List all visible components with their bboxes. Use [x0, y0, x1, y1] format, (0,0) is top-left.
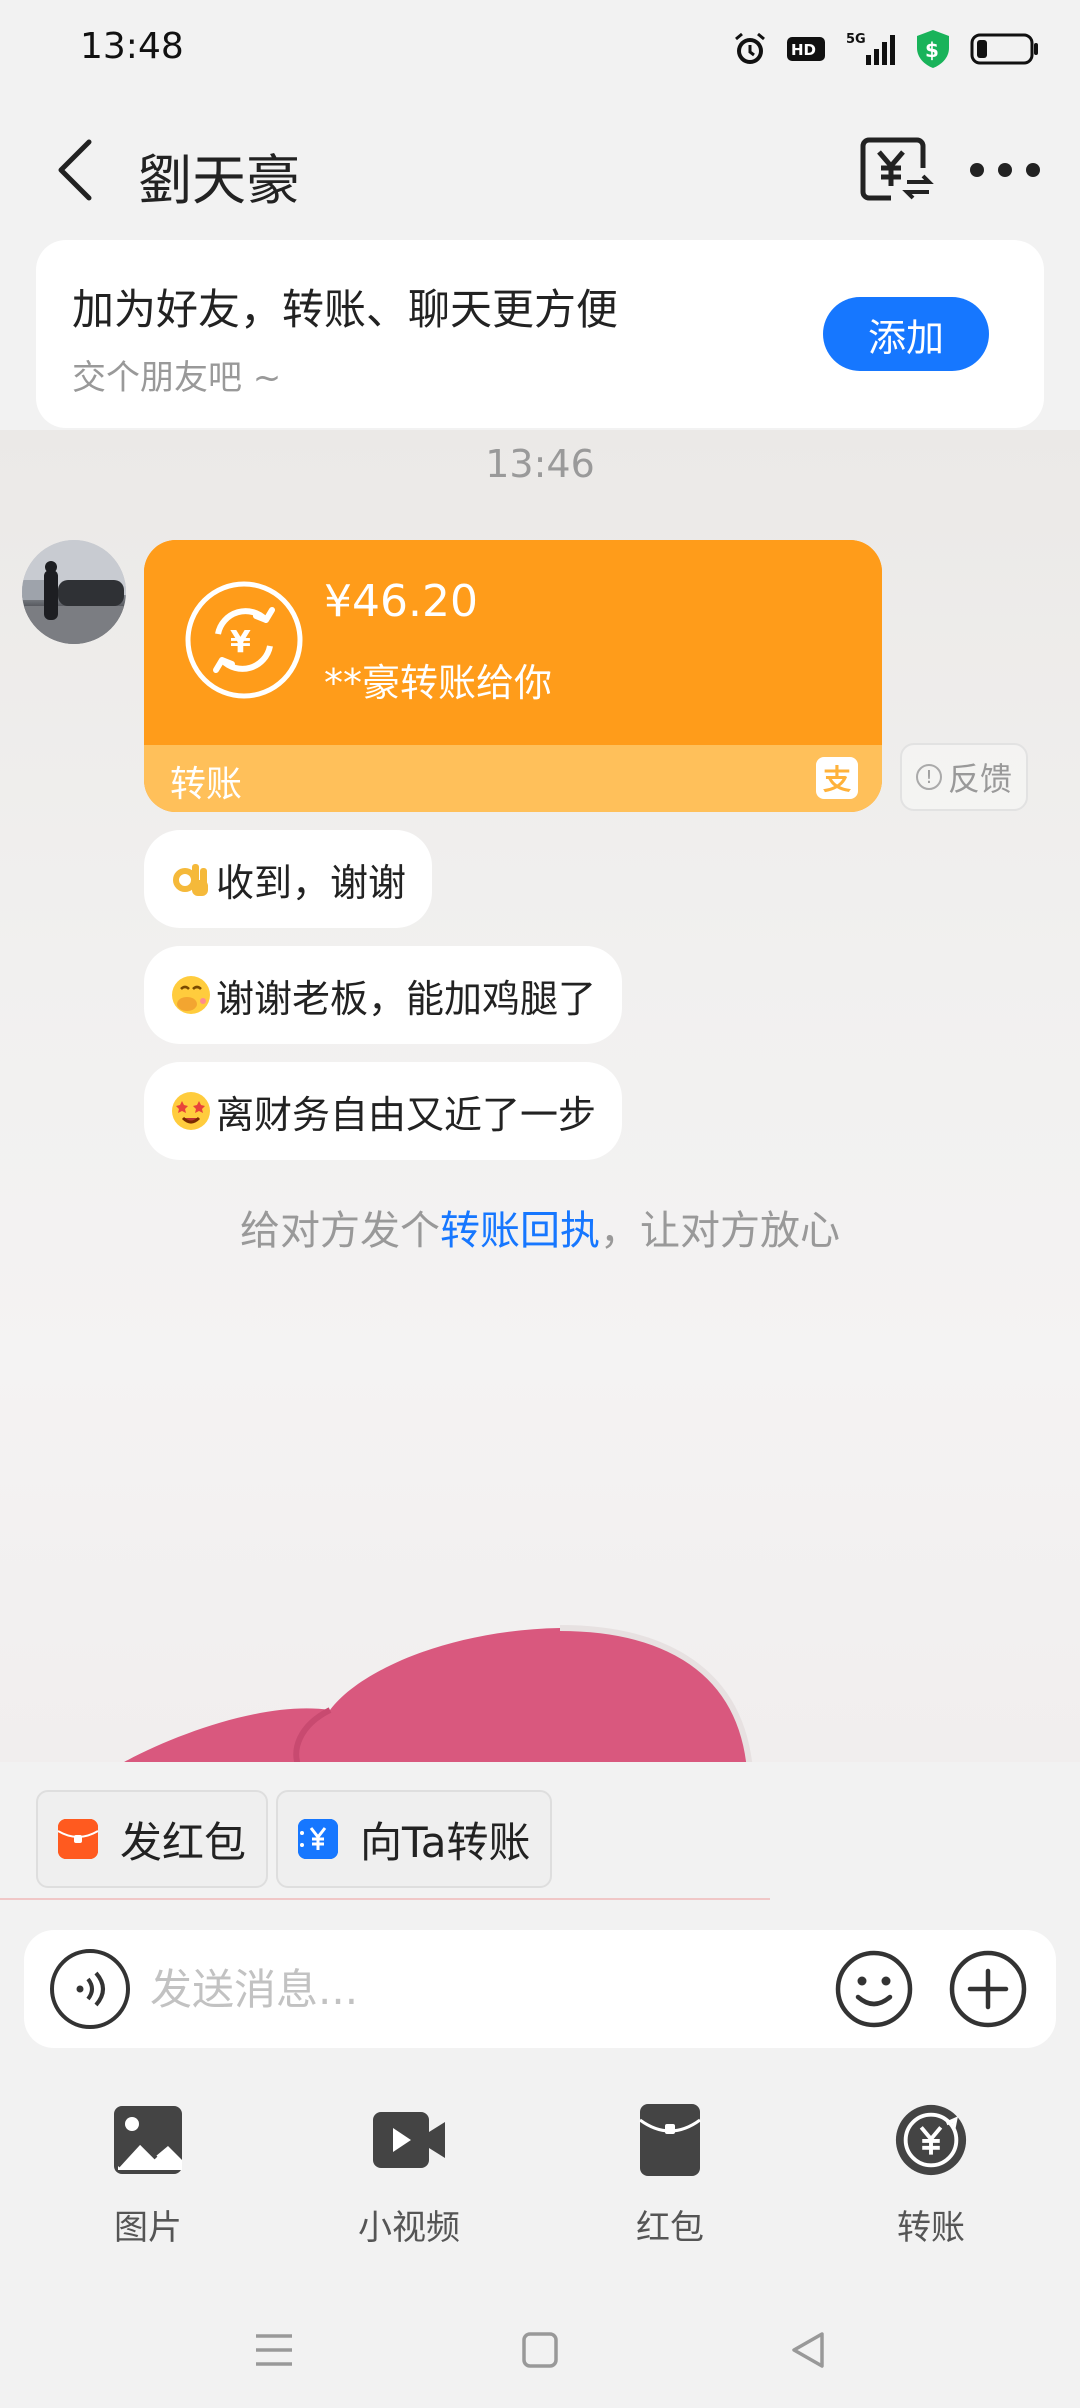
tool-transfer[interactable]: 转账: [851, 2102, 1011, 2262]
info-icon: !: [915, 764, 942, 790]
more-options-button[interactable]: [970, 140, 1040, 200]
security-shield-icon: $: [914, 28, 952, 70]
send-red-envelope-chip[interactable]: 发红包: [36, 1790, 269, 1888]
more-dot-icon: [998, 163, 1012, 177]
message-bubble[interactable]: 谢谢老板，能加鸡腿了: [144, 946, 623, 1044]
hd-icon: HD: [786, 34, 826, 64]
smiley-icon: [835, 1950, 913, 2028]
chip-label: 向Ta转账: [360, 1817, 531, 1867]
back-triangle-icon: [792, 2332, 824, 2368]
feedback-label: 反馈: [947, 760, 1012, 798]
transfer-icon: [893, 2102, 969, 2178]
signal-5g-icon: 5G: [844, 29, 896, 69]
receipt-tip-before: 给对方发个: [240, 1208, 440, 1254]
battery-icon: [970, 32, 1040, 66]
message-text: 收到，谢谢: [216, 860, 407, 905]
tool-label: 小视频: [358, 2208, 460, 2248]
back-arrow-icon: [58, 139, 92, 201]
avatar-photo: [22, 540, 126, 644]
transfer-card-top: ¥ ¥46.20 **豪转账给你: [144, 540, 882, 745]
chat-background-heart-art: [124, 1625, 752, 1762]
svg-text:5G: 5G: [846, 32, 866, 47]
yuan-transfer-icon: [860, 137, 934, 201]
chat-header: 劉天豪: [0, 100, 1080, 240]
tool-label: 红包: [636, 2208, 704, 2248]
more-dot-icon: [970, 163, 984, 177]
add-friend-card: 加为好友，转账、聊天更方便 交个朋友吧 ~ 添加: [36, 240, 1044, 428]
emoji-button[interactable]: [834, 1949, 914, 2029]
message-bubble[interactable]: 离财务自由又近了一步: [144, 1062, 623, 1160]
chat-title: 劉天豪: [138, 149, 300, 212]
ok-hand-emoji-icon: [170, 858, 212, 900]
nav-menu-button[interactable]: [244, 2320, 304, 2380]
transfer-to-user-chip[interactable]: 向Ta转账: [276, 1790, 553, 1888]
message-text: 谢谢老板，能加鸡腿了: [216, 976, 597, 1021]
transfer-receipt-tip: 给对方发个转账回执，让对方放心: [0, 1198, 1080, 1256]
add-friend-title: 加为好友，转账、聊天更方便: [72, 285, 619, 334]
yuan-transfer-icon: [298, 1819, 338, 1859]
nav-home-button[interactable]: [510, 2320, 570, 2380]
status-icons: HD 5G $: [732, 24, 1040, 74]
transfer-coin-icon: ¥: [185, 581, 303, 699]
tool-label: 图片: [114, 2208, 182, 2248]
more-dot-icon: [1026, 163, 1040, 177]
red-envelope-icon: [58, 1819, 98, 1859]
more-actions-button[interactable]: [948, 1949, 1028, 2029]
transfer-card-footer: 转账 支: [144, 745, 882, 812]
plus-circle-icon: [949, 1950, 1027, 2028]
add-friend-subtitle: 交个朋友吧 ~: [72, 358, 282, 398]
status-time: 13:48: [80, 26, 184, 67]
quick-actions: 发红包 向Ta转账: [0, 1762, 1080, 1902]
svg-text:¥: ¥: [230, 625, 251, 660]
svg-text:$: $: [925, 38, 939, 62]
menu-icon: [256, 2334, 292, 2366]
svg-text:HD: HD: [791, 41, 816, 59]
tool-label: 转账: [897, 2208, 965, 2248]
alipay-logo-icon: 支: [816, 757, 858, 799]
message-text: 离财务自由又近了一步: [216, 1092, 597, 1137]
message-bubble[interactable]: 收到，谢谢: [144, 830, 433, 928]
red-envelope-icon: [632, 2102, 708, 2178]
video-icon: [371, 2102, 447, 2178]
receipt-tip-after: ，让对方放心: [600, 1208, 840, 1254]
voice-input-button[interactable]: [50, 1949, 130, 2029]
tool-panel: 图片 小视频 红包 转账: [0, 2080, 1080, 2280]
system-nav-bar: [0, 2290, 1080, 2408]
chat-area[interactable]: 13:46 ¥ ¥46.20 **豪转账给你 转账 支 ! 反馈 收到，谢谢 谢…: [0, 430, 1080, 1762]
alarm-icon: [732, 31, 768, 67]
voice-icon: [76, 1971, 105, 2007]
nav-back-button[interactable]: [778, 2320, 838, 2380]
transfer-header-button[interactable]: [855, 130, 935, 210]
status-bar: 13:48 HD 5G $: [0, 0, 1080, 100]
message-input[interactable]: [150, 1958, 830, 2020]
transfer-amount: ¥46.20: [324, 576, 478, 627]
feedback-button[interactable]: ! 反馈: [900, 743, 1028, 811]
add-friend-button[interactable]: 添加: [823, 297, 989, 371]
back-button[interactable]: [40, 130, 110, 210]
transfer-label: 转账: [170, 764, 243, 805]
message-input-bar: [24, 1930, 1056, 2048]
chat-timestamp: 13:46: [485, 442, 595, 486]
star-struck-emoji-icon: [170, 1090, 212, 1132]
tool-image[interactable]: 图片: [68, 2102, 228, 2262]
transfer-from-text: **豪转账给你: [324, 661, 553, 705]
sender-avatar[interactable]: [22, 540, 126, 644]
tool-red-envelope[interactable]: 红包: [590, 2102, 750, 2262]
hand-over-mouth-emoji-icon: [170, 974, 212, 1016]
transfer-message-card[interactable]: ¥ ¥46.20 **豪转账给你 转账 支: [144, 540, 882, 812]
image-icon: [110, 2102, 186, 2178]
transfer-receipt-link[interactable]: 转账回执: [440, 1208, 600, 1254]
tool-video[interactable]: 小视频: [329, 2102, 489, 2262]
chip-label: 发红包: [120, 1817, 247, 1867]
divider: [0, 1898, 770, 1900]
home-square-icon: [522, 2332, 558, 2368]
